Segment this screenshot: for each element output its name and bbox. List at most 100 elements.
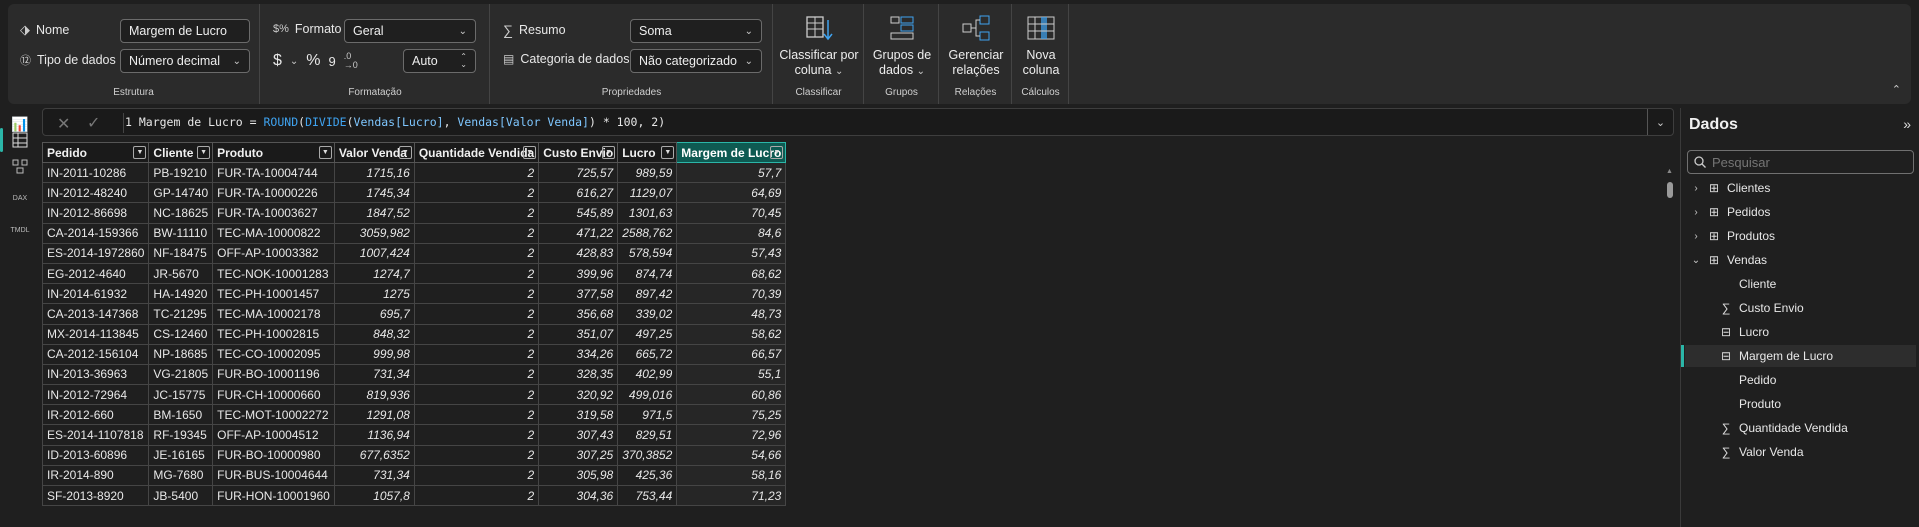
tree-field[interactable]: ∑ Custo Envio [1719,298,1804,318]
table-cell[interactable]: 402,99 [617,363,678,386]
table-row[interactable]: CA-2014-159366 BW-11110 TEC-MA-10000822 305… [42,222,787,244]
table-row[interactable]: MX-2014-113845 CS-12460 TEC-PH-10002815 848… [42,323,787,345]
table-cell[interactable]: IR-2012-660 [42,404,150,426]
table-cell[interactable]: 57,43 [676,242,787,264]
table-cell[interactable]: SF-2013-8920 [42,484,150,507]
table-cell[interactable]: ES-2014-1972860 [42,242,150,264]
tree-field[interactable]: Produto [1719,394,1781,414]
table-cell[interactable]: 2 [413,222,540,244]
table-cell[interactable]: BM-1650 [148,404,214,426]
table-row[interactable]: IR-2012-660 BM-1650 TEC-MOT-10002272 1291,0… [42,404,787,426]
expand-formula-icon[interactable]: ⌄ [1647,109,1673,135]
table-cell[interactable]: 307,43 [538,424,619,446]
table-cell[interactable]: MX-2014-113845 [42,323,150,345]
table-cell[interactable]: CA-2014-159366 [42,222,150,244]
table-cell[interactable]: 328,35 [538,363,619,386]
datatype-select[interactable]: Número decimal ⌄ [120,49,250,73]
table-row[interactable]: IN-2011-10286 PB-19210 FUR-TA-10004744 1715… [42,161,787,184]
column-header[interactable]: Lucro ▼ [617,142,678,163]
column-header[interactable]: Quantidade Vendida ▼ [413,142,540,163]
table-cell[interactable]: GP-14740 [148,182,214,204]
table-cell[interactable]: NP-18685 [148,343,214,365]
table-cell[interactable]: 1715,16 [333,161,415,184]
column-header[interactable]: Margem de Lucro ▼ [676,142,787,163]
table-cell[interactable]: 731,34 [333,363,415,386]
table-cell[interactable]: 1847,52 [333,202,415,224]
tree-table-vendas[interactable]: ⌄ ⊞ Vendas [1691,250,1767,270]
commit-formula-icon[interactable]: ✓ [87,113,100,133]
collapse-ribbon-icon[interactable]: ⌃ [1892,83,1901,96]
table-cell[interactable]: 307,25 [538,444,619,466]
table-cell[interactable]: 71,23 [676,484,787,507]
filter-dropdown-icon[interactable]: ▼ [133,146,147,159]
tree-table-produtos[interactable]: › ⊞ Produtos [1691,226,1775,246]
table-cell[interactable]: TEC-PH-10002815 [212,323,335,345]
table-cell[interactable]: FUR-TA-10003627 [212,202,335,224]
filter-dropdown-icon[interactable]: ▼ [602,146,616,159]
table-cell[interactable]: TEC-NOK-10001283 [212,262,335,285]
table-cell[interactable]: ES-2014-1107818 [42,424,150,446]
tree-field[interactable]: ∑ Valor Venda [1719,442,1804,462]
table-cell[interactable]: FUR-BO-10001196 [212,363,335,386]
table-cell[interactable]: 971,5 [617,404,678,426]
table-cell[interactable]: OFF-AP-10003382 [212,242,335,264]
table-cell[interactable]: IR-2014-890 [42,464,150,487]
table-cell[interactable]: IN-2013-36963 [42,363,150,386]
table-cell[interactable]: 2 [413,384,540,406]
table-cell[interactable]: 320,92 [538,384,619,406]
table-cell[interactable]: TEC-MOT-10002272 [212,404,335,426]
summary-select[interactable]: Soma ⌄ [630,19,762,43]
category-select[interactable]: Não categorizado ⌄ [630,49,762,73]
table-cell[interactable]: 2 [413,363,540,386]
formula-bar[interactable]: ✕ ✓ 1 Margem de Lucro = ROUND(DIVIDE(Ven… [42,108,1674,136]
table-cell[interactable]: 2 [413,242,540,264]
table-cell[interactable]: IN-2011-10286 [42,161,150,184]
table-cell[interactable]: CS-12460 [148,323,214,345]
search-input[interactable] [1712,154,1892,170]
table-cell[interactable]: FUR-HON-10001960 [212,484,335,507]
column-header[interactable]: Custo Envio ▼ [538,142,619,163]
table-cell[interactable]: 2 [413,182,540,204]
table-cell[interactable]: 2 [413,404,540,426]
table-cell[interactable]: RF-19345 [148,424,214,446]
table-cell[interactable]: 1745,34 [333,182,415,204]
table-cell[interactable]: FUR-BUS-10004644 [212,464,335,487]
table-cell[interactable]: 874,74 [617,262,678,285]
table-cell[interactable]: 897,42 [617,283,678,305]
table-row[interactable]: IN-2013-36963 VG-21805 FUR-BO-10001196 731,… [42,363,787,386]
table-cell[interactable]: IN-2014-61932 [42,283,150,305]
table-cell[interactable]: 334,26 [538,343,619,365]
table-cell[interactable]: NC-18625 [148,202,214,224]
table-cell[interactable]: 57,7 [676,161,787,184]
dax-query-icon[interactable]: DAX [10,188,30,208]
table-cell[interactable]: 1274,7 [333,262,415,285]
table-cell[interactable]: IN-2012-72964 [42,384,150,406]
column-header[interactable]: Cliente ▼ [148,142,214,163]
tree-field[interactable]: ⊟ Margem de Lucro [1719,346,1833,366]
new-column-button[interactable]: Nova coluna [1015,14,1067,78]
table-cell[interactable]: TEC-MA-10000822 [212,222,335,244]
table-row[interactable]: CA-2013-147368 TC-21295 TEC-MA-10002178 695… [42,303,787,325]
table-cell[interactable]: JE-16165 [148,444,214,466]
table-cell[interactable]: 499,016 [617,384,678,406]
table-cell[interactable]: 58,16 [676,464,787,487]
tree-field[interactable]: Cliente [1719,274,1776,294]
table-cell[interactable]: 3059,982 [333,222,415,244]
column-header[interactable]: Pedido ▼ [42,142,150,163]
table-cell[interactable]: 1136,94 [333,424,415,446]
table-cell[interactable]: 305,98 [538,464,619,487]
table-cell[interactable]: JB-5400 [148,484,214,507]
table-cell[interactable]: 819,936 [333,384,415,406]
table-cell[interactable]: 2 [413,283,540,305]
table-cell[interactable]: 989,59 [617,161,678,184]
table-cell[interactable]: 848,32 [333,323,415,345]
collapse-pane-icon[interactable]: » [1903,116,1911,132]
table-cell[interactable]: 1275 [333,283,415,305]
filter-dropdown-icon[interactable]: ▼ [523,146,537,159]
table-row[interactable]: IN-2014-61932 HA-14920 TEC-PH-10001457 1275… [42,283,787,305]
table-cell[interactable]: 1007,424 [333,242,415,264]
scroll-up-icon[interactable]: ▲ [1666,168,1673,175]
table-cell[interactable]: 60,86 [676,384,787,406]
table-cell[interactable]: VG-21805 [148,363,214,386]
table-cell[interactable]: 753,44 [617,484,678,507]
